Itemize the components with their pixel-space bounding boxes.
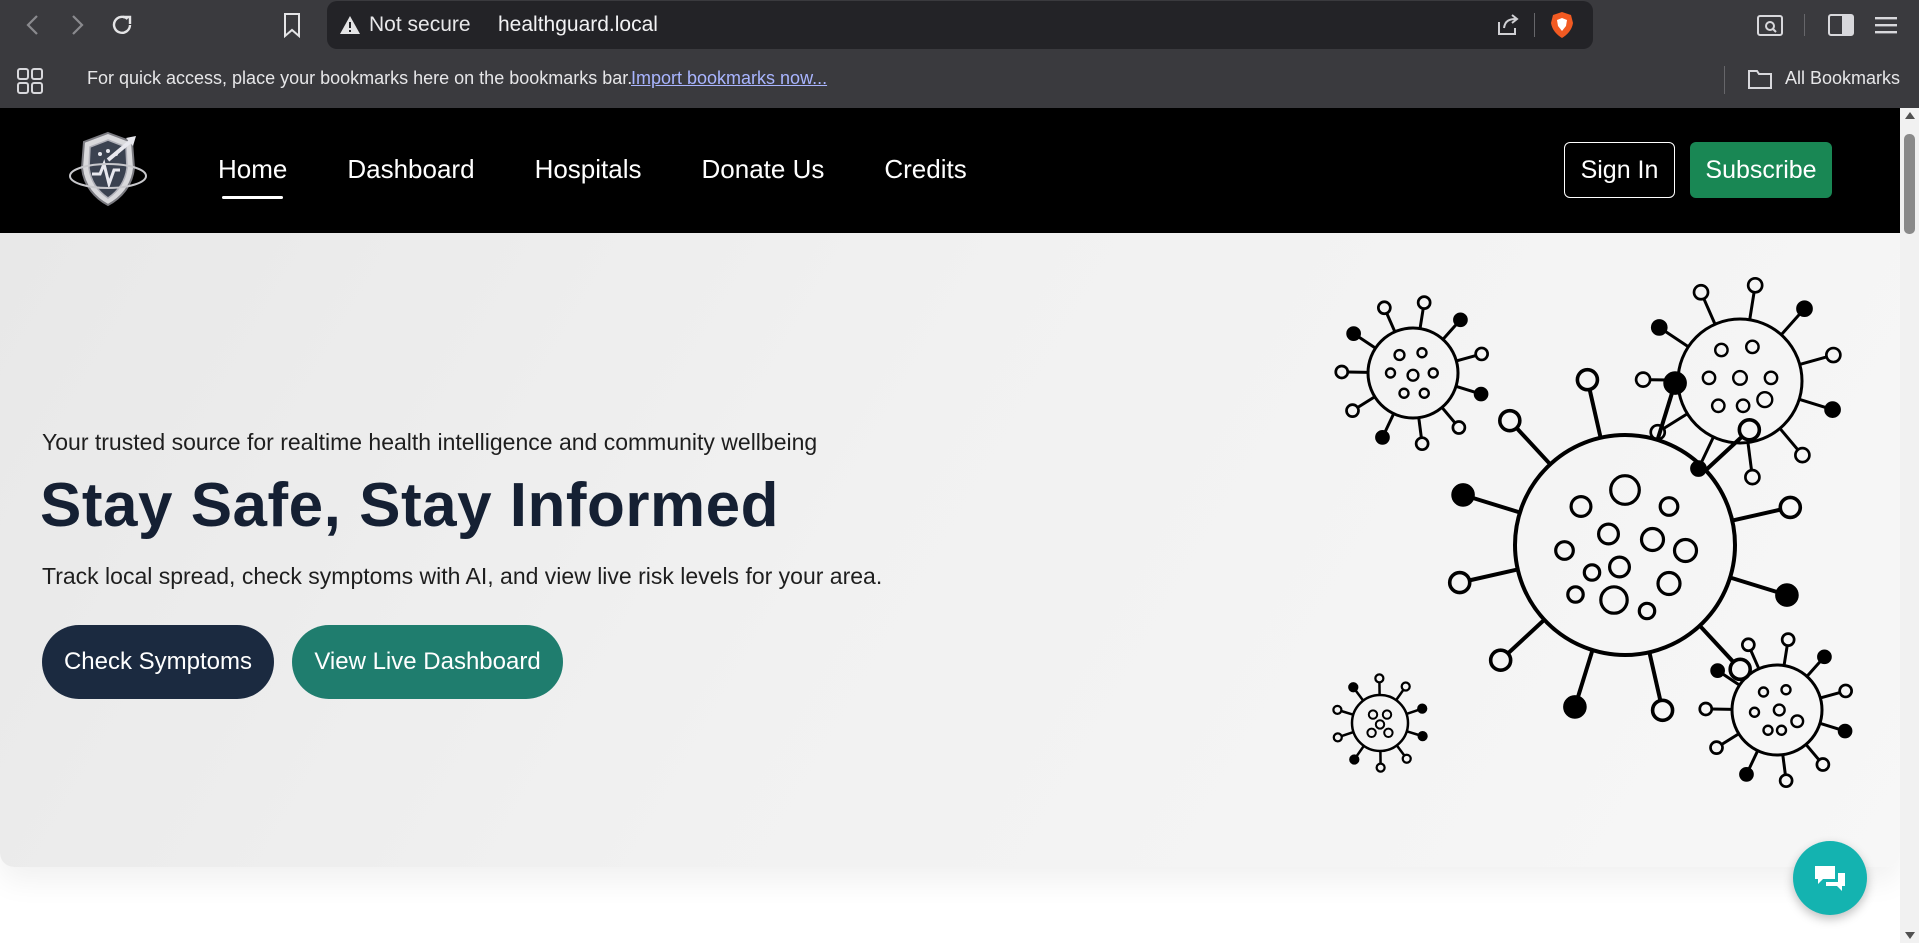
hero-title: Stay Safe, Stay Informed xyxy=(40,471,780,540)
import-bookmarks-link[interactable]: Import bookmarks now... xyxy=(631,68,827,89)
nav-home[interactable]: Home xyxy=(218,154,287,199)
toolbar-divider xyxy=(1804,14,1805,36)
sidebar-toggle-icon[interactable] xyxy=(1827,12,1855,38)
nav-dashboard[interactable]: Dashboard xyxy=(347,154,474,185)
url-text[interactable]: healthguard.local xyxy=(498,13,658,37)
nav-hospitals[interactable]: Hospitals xyxy=(535,154,642,185)
browser-toolbar: Not secure healthguard.local xyxy=(0,0,1919,54)
hero-tagline: Your trusted source for realtime health … xyxy=(42,429,818,455)
site-header: Home Dashboard Hospitals Donate Us Credi… xyxy=(0,108,1900,233)
nav-credits[interactable]: Credits xyxy=(884,154,966,185)
scroll-down-arrow-icon[interactable] xyxy=(1905,932,1915,939)
security-status[interactable]: Not secure xyxy=(369,13,471,37)
forward-arrow-icon xyxy=(72,15,84,35)
reload-button[interactable] xyxy=(107,10,137,40)
virus-illustration xyxy=(1332,276,1853,789)
back-button[interactable] xyxy=(18,10,48,40)
all-bookmarks-button[interactable]: All Bookmarks xyxy=(1785,68,1900,89)
healthguard-logo[interactable] xyxy=(64,130,152,208)
apps-grid-icon[interactable] xyxy=(16,67,44,95)
page-viewport: Home Dashboard Hospitals Donate Us Credi… xyxy=(0,108,1900,943)
menu-icon[interactable] xyxy=(1872,12,1900,38)
bookmark-icon xyxy=(284,13,300,38)
share-icon[interactable] xyxy=(1495,12,1521,38)
chat-bubbles-icon xyxy=(1815,866,1845,891)
check-symptoms-button[interactable]: Check Symptoms xyxy=(42,625,274,699)
scroll-thumb[interactable] xyxy=(1904,134,1915,234)
chat-button[interactable] xyxy=(1793,841,1867,915)
tab-search-icon[interactable] xyxy=(1756,12,1784,38)
brave-shield-icon[interactable] xyxy=(1549,11,1575,39)
nav-donate-us[interactable]: Donate Us xyxy=(702,154,825,185)
reload-icon xyxy=(112,15,132,34)
omnibox-divider xyxy=(1534,13,1535,37)
forward-button[interactable] xyxy=(62,10,92,40)
bookmarks-prompt: For quick access, place your bookmarks h… xyxy=(87,68,633,88)
back-arrow-icon xyxy=(26,15,38,35)
folder-icon[interactable] xyxy=(1747,67,1773,91)
view-live-dashboard-button[interactable]: View Live Dashboard xyxy=(292,625,563,699)
bookmarks-divider xyxy=(1724,66,1725,94)
page-scrollbar[interactable] xyxy=(1900,108,1919,943)
subscribe-button[interactable]: Subscribe xyxy=(1690,142,1832,198)
sign-in-button[interactable]: Sign In xyxy=(1564,142,1675,198)
hero-description: Track local spread, check symptoms with … xyxy=(42,563,883,589)
address-bar[interactable]: Not secure healthguard.local xyxy=(327,1,1593,49)
hero-section: Your trusted source for realtime health … xyxy=(0,233,1900,867)
bookmarks-bar: For quick access, place your bookmarks h… xyxy=(0,54,1919,108)
bookmark-page-button[interactable] xyxy=(277,10,307,40)
scroll-up-arrow-icon[interactable] xyxy=(1905,112,1915,119)
main-nav: Home Dashboard Hospitals Donate Us Credi… xyxy=(218,154,967,199)
warning-icon xyxy=(340,16,360,34)
